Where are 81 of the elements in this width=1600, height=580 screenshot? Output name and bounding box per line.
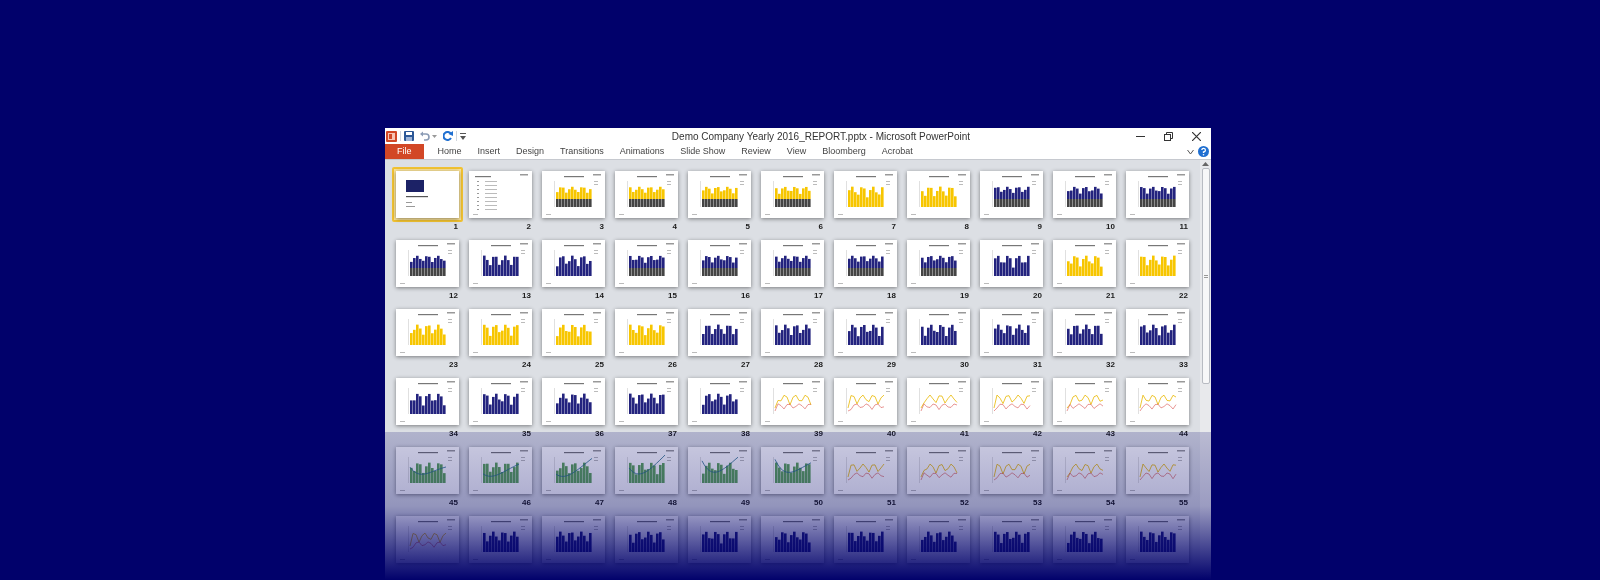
- slide-number: 2: [526, 222, 531, 232]
- ribbon-tab[interactable]: View: [779, 144, 814, 159]
- slide-number: 25: [595, 360, 604, 370]
- ribbon-tab[interactable]: Animations: [612, 144, 672, 159]
- save-icon[interactable]: [404, 131, 414, 141]
- slide-number: 29: [887, 360, 896, 370]
- redo-icon[interactable]: [443, 131, 453, 141]
- slide-number: 32: [1106, 360, 1115, 370]
- slide-number: 1: [453, 222, 458, 232]
- slide-number: 24: [522, 360, 531, 370]
- slide-number: 36: [595, 429, 604, 439]
- window-title: Demo Company Yearly 2016_REPORT.pptx - Microsoft PowerPoint: [671, 129, 971, 144]
- minimize-icon[interactable]: [1136, 135, 1145, 137]
- ribbon-tab[interactable]: Slide Show: [673, 144, 733, 159]
- slide-number: 11: [1179, 222, 1188, 232]
- ribbon-tab[interactable]: Transitions: [553, 144, 611, 159]
- ribbon-tab[interactable]: Insert: [470, 144, 508, 159]
- slide-thumbnail[interactable]: [392, 167, 463, 222]
- slide-number: 53: [1033, 498, 1042, 508]
- slide-number: 55: [1179, 498, 1188, 508]
- slide-number: 16: [741, 291, 750, 301]
- slide-number: 15: [668, 291, 677, 301]
- slide-number: 10: [1106, 222, 1115, 232]
- dropdown-caret-icon[interactable]: [432, 134, 437, 138]
- slide-number: 45: [449, 498, 458, 508]
- slide-number: 50: [814, 498, 823, 508]
- slide-number: 20: [1033, 291, 1042, 301]
- powerpoint-logo-icon: [386, 130, 397, 142]
- slide-number: 49: [741, 498, 750, 508]
- restore-icon[interactable]: [1164, 131, 1173, 141]
- ribbon-tab[interactable]: Review: [734, 144, 778, 159]
- help-icon[interactable]: [1198, 146, 1209, 157]
- slide-number: 52: [960, 498, 969, 508]
- customize-toolbar-icon[interactable]: [460, 132, 466, 140]
- slide-number: 54: [1106, 498, 1115, 508]
- slide-number: 43: [1106, 429, 1115, 439]
- slide-number: 35: [522, 429, 531, 439]
- close-icon[interactable]: [1192, 131, 1201, 141]
- slide-number: 17: [814, 291, 823, 301]
- slide-number: 5: [745, 222, 750, 232]
- slide-number: 26: [668, 360, 677, 370]
- slide-number: 13: [522, 291, 531, 301]
- slide-number: 42: [1033, 429, 1042, 439]
- slide-number: 6: [818, 222, 823, 232]
- slide-number: 38: [741, 429, 750, 439]
- ribbon-tab[interactable]: Home: [430, 144, 469, 159]
- ribbon-tab[interactable]: Acrobat: [874, 144, 920, 159]
- slide-number: 48: [668, 498, 677, 508]
- ribbon-toggle-icon[interactable]: [1187, 148, 1194, 155]
- slide-number: 9: [1037, 222, 1042, 232]
- slide-number: 27: [741, 360, 750, 370]
- slide-number: 14: [595, 291, 604, 301]
- slide-number: 22: [1179, 291, 1188, 301]
- undo-icon[interactable]: [420, 131, 430, 141]
- slide-number: 33: [1179, 360, 1188, 370]
- slide-number: 3: [599, 222, 604, 232]
- slide-number: 39: [814, 429, 823, 439]
- slide-number: 19: [960, 291, 969, 301]
- slide-number: 47: [595, 498, 604, 508]
- slide-number: 51: [887, 498, 896, 508]
- slide-number: 4: [672, 222, 677, 232]
- ribbon-tab[interactable]: Design: [509, 144, 552, 159]
- scroll-up-icon[interactable]: [1202, 162, 1209, 166]
- ribbon-tab[interactable]: Bloomberg: [815, 144, 873, 159]
- scrollbar-thumb[interactable]: [1201, 168, 1210, 384]
- slide-number: 7: [891, 222, 896, 232]
- slide-number: 40: [887, 429, 896, 439]
- file-tab[interactable]: File: [385, 144, 424, 159]
- slide-number: 41: [960, 429, 969, 439]
- slide-number: 31: [1033, 360, 1042, 370]
- slide-number: 18: [887, 291, 896, 301]
- slide-number: 46: [522, 498, 531, 508]
- slide-number: 37: [668, 429, 677, 439]
- slide-number: 21: [1106, 291, 1115, 301]
- slide-number: 44: [1179, 429, 1188, 439]
- slide-number: 28: [814, 360, 823, 370]
- slide-number: 23: [449, 360, 458, 370]
- slide-number: 34: [449, 429, 458, 439]
- slide-number: 8: [964, 222, 969, 232]
- slide-number: 30: [960, 360, 969, 370]
- slide-number: 12: [449, 291, 458, 301]
